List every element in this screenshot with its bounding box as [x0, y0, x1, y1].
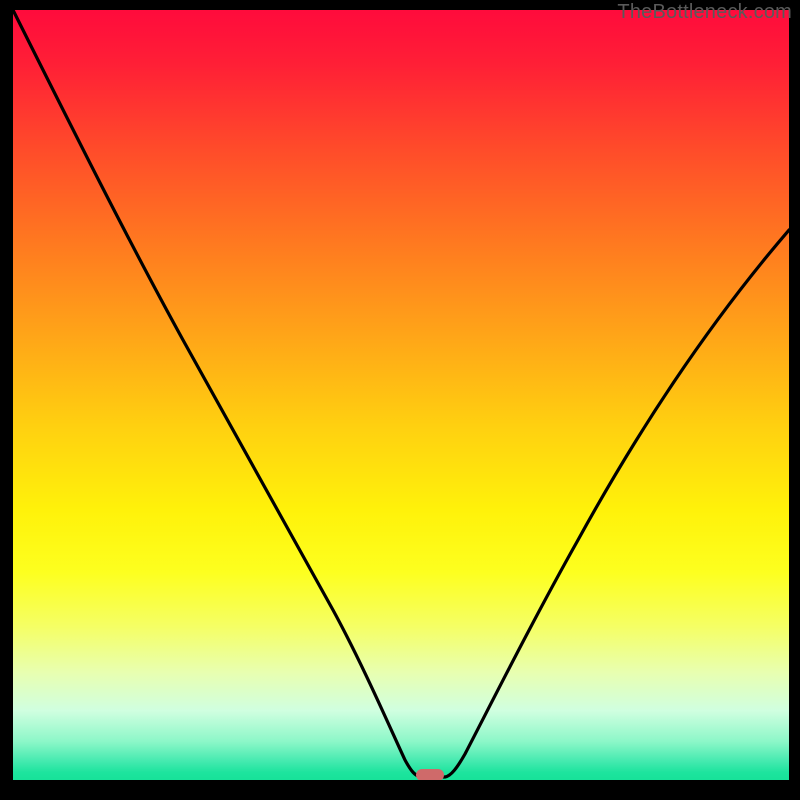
plot-area	[13, 10, 789, 780]
bottleneck-curve	[13, 10, 789, 777]
chart-container: TheBottleneck.com	[0, 0, 800, 800]
watermark-text: TheBottleneck.com	[617, 1, 792, 24]
chart-svg	[13, 10, 789, 780]
optimal-marker	[416, 769, 444, 780]
